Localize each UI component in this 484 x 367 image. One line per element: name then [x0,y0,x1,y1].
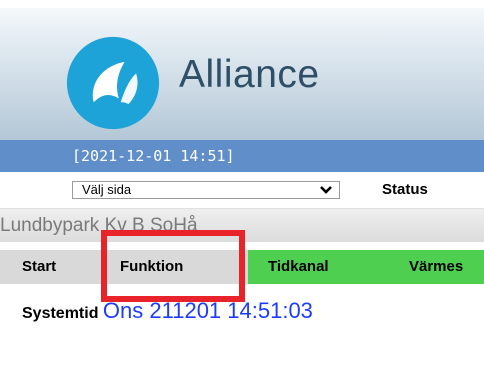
system-time-label: Systemtid [22,305,99,322]
tab-start[interactable]: Start [0,250,98,284]
site-name: Lundbypark Kv B SoHå [0,215,198,236]
tab-tidkanal[interactable]: Tidkanal [248,250,388,284]
site-bar: Lundbypark Kv B SoHå [0,209,484,242]
current-timestamp: [2021-12-01 14:51] [72,147,235,165]
header-banner: Alliance [0,8,484,140]
alliance-logo-icon [66,36,160,130]
chevron-down-icon [320,186,332,194]
system-time-value: Ons 211201 14:51:03 [102,298,313,323]
status-link[interactable]: Status [382,181,428,198]
system-time-row: Systemtid Ons 211201 14:51:03 [22,298,313,326]
tab-varmes[interactable]: Värmes [388,250,484,284]
date-bar: [2021-12-01 14:51] [0,140,484,172]
app-frame: Alliance [2021-12-01 14:51] Välj sida St… [0,0,484,367]
top-strip [0,0,484,8]
tab-bar: Start Funktion Tidkanal Värmes [0,242,484,292]
page-select[interactable]: Välj sida [72,181,340,199]
tab-funktion[interactable]: Funktion [98,250,248,284]
page-select-value: Välj sida [82,182,132,197]
brand-name: Alliance [179,53,320,96]
page-toolbar: Välj sida Status [0,172,484,209]
